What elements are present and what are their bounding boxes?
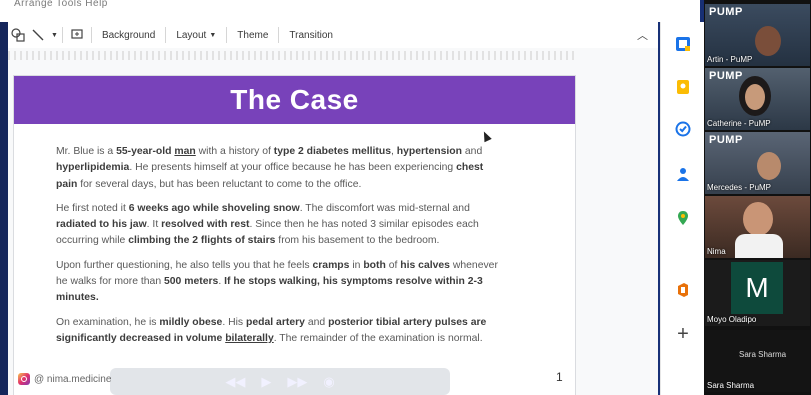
- toolbar-divider: [61, 27, 63, 43]
- keep-icon[interactable]: [673, 77, 693, 97]
- calendar-icon[interactable]: [673, 34, 693, 54]
- transition-button[interactable]: Transition: [283, 25, 339, 45]
- participant-name: Artin - PuMP: [707, 55, 753, 64]
- paragraph-claudication: Upon further questioning, he also tells …: [56, 259, 498, 304]
- pump-logo: PUMP: [709, 70, 743, 82]
- participant-label: Sara Sharma: [739, 350, 787, 359]
- participant-tile[interactable]: Nima: [705, 196, 810, 258]
- watermark: @ nima.medicine: [18, 373, 111, 385]
- chevron-down-icon: ▼: [209, 31, 217, 39]
- pump-logo: PUMP: [709, 134, 743, 146]
- contacts-icon[interactable]: [673, 164, 693, 184]
- instagram-icon: [18, 373, 30, 385]
- chevron-up-icon[interactable]: ︿: [637, 27, 648, 43]
- toolbar-divider: [90, 27, 92, 43]
- fast-forward-icon[interactable]: ▶▶: [287, 374, 307, 390]
- pump-logo: PUMP: [709, 6, 743, 18]
- menu-strip: Arrange Tools Help: [0, 0, 700, 22]
- layout-label: Layout: [176, 29, 207, 41]
- participant-name: Nima: [707, 247, 726, 256]
- background-button[interactable]: Background: [96, 25, 161, 45]
- line-dropdown-icon[interactable]: ▼: [51, 32, 58, 39]
- toolbar-divider: [278, 27, 280, 43]
- slide-title: The Case: [230, 84, 359, 115]
- comment-icon[interactable]: [67, 25, 87, 45]
- participant-tile[interactable]: PUMP Mercedes - PuMP: [705, 132, 810, 194]
- paragraph-exam: On examination, he is mildly obese. His …: [56, 316, 487, 344]
- shape-icon[interactable]: [8, 25, 28, 45]
- line-icon[interactable]: [28, 25, 48, 45]
- layout-button[interactable]: Layout ▼: [170, 25, 222, 45]
- theme-button[interactable]: Theme: [231, 25, 274, 45]
- ruler: [8, 51, 578, 60]
- participant-tile[interactable]: M Moyo Oladipo: [705, 260, 810, 326]
- side-panel: +: [660, 22, 705, 395]
- rewind-icon[interactable]: ◀◀: [225, 374, 245, 390]
- slide-page-number: 1: [556, 370, 563, 384]
- slide-body[interactable]: Mr. Blue is a 55-year-old man with a his…: [56, 144, 506, 355]
- toolbar-divider: [226, 27, 228, 43]
- participant-name: Sara Sharma: [707, 381, 755, 390]
- participant-name: Moyo Oladipo: [707, 315, 757, 324]
- participant-name: Catherine - PuMP: [707, 119, 771, 128]
- slides-toolbar: ▼ Background Layout ▼ Theme Transition ︿: [8, 22, 658, 49]
- slide-title-banner: The Case: [14, 76, 575, 124]
- play-icon[interactable]: ▶: [261, 374, 271, 390]
- participant-tile[interactable]: Sara Sharma Sara Sharma: [705, 330, 810, 392]
- tasks-icon[interactable]: [673, 119, 693, 139]
- toolbar-divider: [165, 27, 167, 43]
- participant-tile[interactable]: PUMP Artin - PuMP: [705, 4, 810, 66]
- participant-name: Mercedes - PuMP: [707, 183, 772, 192]
- office-icon[interactable]: [673, 280, 693, 300]
- menu-strip-text: Arrange Tools Help: [14, 0, 108, 9]
- slide[interactable]: The Case Mr. Blue is a 55-year-old man w…: [14, 76, 575, 395]
- participants-panel: PUMP Artin - PuMP PUMP Catherine - PuMP …: [704, 0, 811, 395]
- participant-tile[interactable]: PUMP Catherine - PuMP: [705, 68, 810, 130]
- volume-icon[interactable]: ◉: [323, 374, 334, 390]
- watermark-handle: @ nima.medicine: [34, 373, 112, 385]
- paragraph-onset: He first noted it 6 weeks ago while shov…: [56, 202, 479, 247]
- paragraph-history: Mr. Blue is a 55-year-old man with a his…: [56, 146, 484, 190]
- add-icon[interactable]: +: [673, 323, 693, 345]
- video-player-controls[interactable]: ◀◀ ▶ ▶▶ ◉: [110, 368, 450, 395]
- avatar: M: [731, 262, 783, 314]
- maps-icon[interactable]: [673, 208, 693, 228]
